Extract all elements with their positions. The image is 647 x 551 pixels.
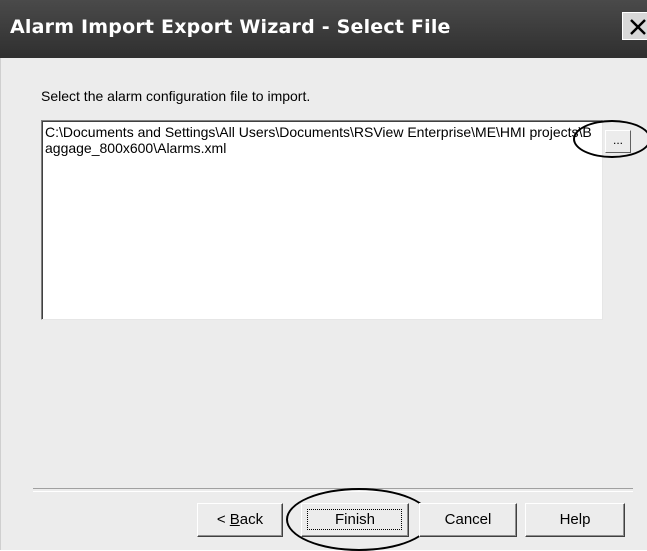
help-button-label: Help [559,511,591,528]
window-title: Alarm Import Export Wizard - Select File [10,16,451,38]
close-button[interactable] [622,12,647,40]
back-button-rest: ack [239,511,264,528]
browse-button[interactable]: ... [605,130,631,153]
file-path-field[interactable]: C:\Documents and Settings\All Users\Docu… [41,120,603,320]
back-button-prefix: < [216,511,230,528]
instruction-label: Select the alarm configuration file to i… [41,88,311,104]
wizard-body: Select the alarm configuration file to i… [0,58,647,551]
wizard-window: Alarm Import Export Wizard - Select File… [0,0,647,551]
file-path-text: C:\Documents and Settings\All Users\Docu… [45,124,592,156]
back-button[interactable]: < Back [197,503,283,537]
cancel-button[interactable]: Cancel [419,503,517,537]
footer-separator [33,488,633,492]
back-button-mnemonic: B [229,511,240,528]
finish-button[interactable]: Finish [301,503,409,537]
cancel-button-label: Cancel [444,511,492,528]
close-icon [630,19,646,35]
help-button[interactable]: Help [525,503,625,537]
title-bar: Alarm Import Export Wizard - Select File [0,0,647,58]
focus-indicator [307,509,402,530]
